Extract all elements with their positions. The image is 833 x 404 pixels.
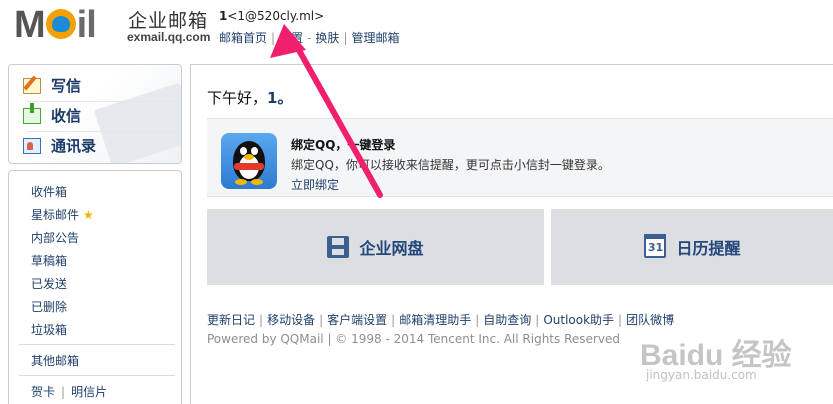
client-settings-link[interactable]: 客户端设置 <box>327 313 387 327</box>
greeting-card-link[interactable]: 贺卡 <box>31 385 55 399</box>
disk-icon <box>327 236 350 258</box>
contacts-button[interactable]: 通讯录 <box>23 135 96 156</box>
separator: - <box>307 31 312 45</box>
mobile-devices-link[interactable]: 移动设备 <box>267 313 315 327</box>
copyright: Powered by QQMail | © 1998 - 2014 Tencen… <box>207 332 620 346</box>
folder-drafts[interactable]: 草稿箱 <box>31 252 67 269</box>
bind-now-link[interactable]: 立即绑定 <box>291 176 339 193</box>
user-email: <1@520cly.ml> <box>227 9 325 23</box>
greeting: 下午好，1。 <box>207 87 292 108</box>
separator: | <box>259 313 264 327</box>
outlook-helper-link[interactable]: Outlook助手 <box>543 313 614 327</box>
mailbox-cleanup-link[interactable]: 邮箱清理助手 <box>399 313 471 327</box>
calendar-icon: 31 <box>644 234 667 258</box>
bind-description: 绑定QQ，你可以接收来信提醒，更可点击小信封一键登录。 <box>291 158 610 172</box>
calendar-reminder-tile[interactable]: 31 日历提醒 <box>551 209 833 285</box>
user-info: 1<1@520cly.ml> <box>219 9 324 23</box>
greeting-name: 1。 <box>267 89 293 107</box>
star-icon: ★ <box>83 208 94 222</box>
divider <box>27 101 175 102</box>
inbox-icon <box>23 102 41 124</box>
separator: | <box>271 31 276 45</box>
separator: | <box>535 313 540 327</box>
separator: | <box>618 313 623 327</box>
receive-label: 收信 <box>51 107 82 125</box>
contacts-icon <box>23 137 41 154</box>
settings-link[interactable]: 设置 <box>279 31 303 45</box>
sidebar-primary: 写信 收信 通讯录 <box>8 64 182 164</box>
folder-announcements[interactable]: 内部公告 <box>31 229 79 246</box>
bind-qq-panel: 绑定QQ，一键登录 绑定QQ，你可以接收来信提醒，更可点击小信封一键登录。 立即… <box>207 118 833 197</box>
manage-mailbox-link[interactable]: 管理邮箱 <box>351 31 399 45</box>
contacts-label: 通讯录 <box>51 137 97 155</box>
separator: | <box>61 385 66 399</box>
envelope-decoration <box>93 82 181 163</box>
separator: | <box>343 31 348 45</box>
separator: | <box>319 313 324 327</box>
write-icon <box>23 77 41 94</box>
baidu-watermark: Baidu 经验 jingyan.baidu.com <box>640 330 820 400</box>
divider <box>19 375 175 376</box>
mailbox-home-link[interactable]: 邮箱首页 <box>219 31 267 45</box>
change-skin-link[interactable]: 换肤 <box>315 31 339 45</box>
top-nav: 邮箱首页 | 设置 - 换肤 | 管理邮箱 <box>219 29 400 46</box>
write-label: 写信 <box>51 77 82 95</box>
folder-sent[interactable]: 已发送 <box>31 275 67 292</box>
folder-inbox[interactable]: 收件箱 <box>31 183 67 200</box>
logo-title: 企业邮箱 <box>128 10 209 32</box>
divider <box>27 131 175 132</box>
mail-logo[interactable]: Mil <box>14 4 97 47</box>
changelog-link[interactable]: 更新日记 <box>207 313 255 327</box>
greeting-text: 下午好， <box>207 89 268 107</box>
enterprise-disk-tile[interactable]: 企业网盘 <box>207 209 544 285</box>
footer-links: 更新日记 | 移动设备 | 客户端设置 | 邮箱清理助手 | 自助查询 | Outlook助手 | 团队… <box>207 311 674 328</box>
qq-penguin-icon <box>221 133 277 189</box>
self-service-link[interactable]: 自助查询 <box>483 313 531 327</box>
header: Mil 企业邮箱 exmail.qq.com 1<1@520cly.ml> 邮箱… <box>0 0 833 60</box>
write-button[interactable]: 写信 <box>23 75 81 96</box>
folder-spam[interactable]: 垃圾箱 <box>31 321 67 338</box>
team-weibo-link[interactable]: 团队微博 <box>626 313 674 327</box>
sidebar-folders: 收件箱 星标邮件 ★ 内部公告 草稿箱 已发送 已删除 垃圾箱 其他邮箱 贺卡 | 明… <box>8 170 182 404</box>
folder-starred[interactable]: 星标邮件 ★ <box>31 206 94 223</box>
separator: | <box>475 313 480 327</box>
watermark-url: jingyan.baidu.com <box>646 368 757 382</box>
divider <box>19 344 175 345</box>
enterprise-disk-label: 企业网盘 <box>359 239 424 258</box>
postcard-link[interactable]: 明信片 <box>71 385 107 399</box>
calendar-reminder-label: 日历提醒 <box>676 239 741 258</box>
bind-title: 绑定QQ，一键登录 <box>291 138 396 152</box>
logo-domain: exmail.qq.com <box>127 30 211 44</box>
folder-deleted[interactable]: 已删除 <box>31 298 67 315</box>
other-mailbox-link[interactable]: 其他邮箱 <box>31 352 79 369</box>
separator: | <box>391 313 396 327</box>
bottom-links: 贺卡 | 明信片 <box>31 383 107 400</box>
folder-starred-label: 星标邮件 <box>31 208 80 222</box>
receive-button[interactable]: 收信 <box>23 102 82 126</box>
